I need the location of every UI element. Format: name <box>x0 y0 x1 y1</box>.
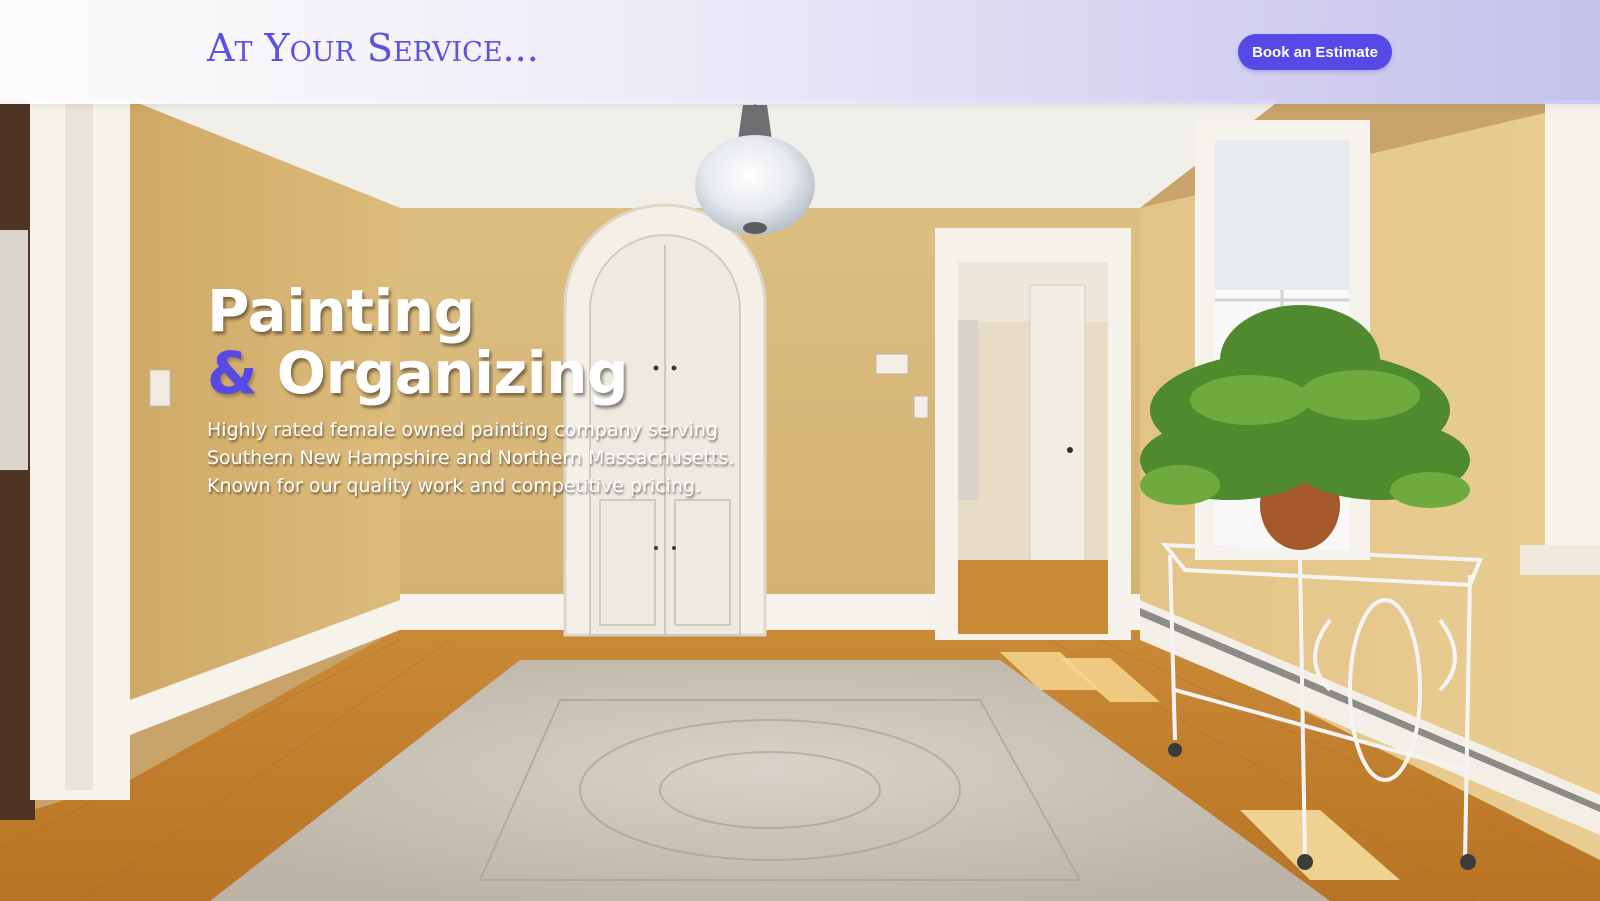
hero-subtitle-line: Highly rated female owned painting compa… <box>207 419 718 441</box>
hero-subtitle-line: Known for our quality work and competiti… <box>207 475 702 497</box>
book-estimate-button[interactable]: Book an Estimate <box>1238 34 1392 70</box>
hero-title-line2: Organizing <box>276 339 629 407</box>
site-header: At Your Service... Book an Estimate <box>0 0 1600 104</box>
hero-section: Painting & Organizing Highly rated femal… <box>207 280 767 500</box>
hero-subtitle: Highly rated female owned painting compa… <box>207 416 767 500</box>
hero-title-line1: Painting <box>207 277 475 345</box>
site-logo[interactable]: At Your Service... <box>207 26 539 70</box>
hero-title-ampersand: & <box>207 339 258 407</box>
hero-title: Painting & Organizing <box>207 280 767 404</box>
hero-subtitle-line: Southern New Hampshire and Northern Mass… <box>207 447 735 469</box>
